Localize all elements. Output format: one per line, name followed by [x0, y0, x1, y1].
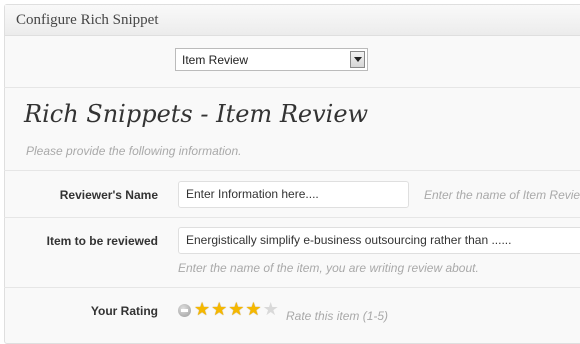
snippet-type-select[interactable]: Item Review [175, 48, 368, 71]
star-icon[interactable]: ★ [211, 301, 227, 319]
divider [4, 87, 580, 88]
star-rating[interactable]: ★ ★ ★ ★ ★ [178, 301, 280, 319]
rating-cancel-icon[interactable] [178, 303, 191, 317]
section-heading: Rich Snippets - Item Review [24, 100, 369, 128]
divider [4, 287, 580, 288]
star-icon[interactable]: ★ [263, 301, 279, 319]
panel-title: Configure Rich Snippet [16, 12, 159, 28]
stars-group: ★ ★ ★ ★ ★ [194, 301, 280, 319]
item-reviewed-label: Item to be reviewed [46, 234, 158, 248]
star-icon[interactable]: ★ [245, 301, 261, 319]
divider [4, 217, 580, 218]
chevron-down-icon[interactable] [350, 51, 365, 68]
reviewer-name-label: Reviewer's Name [59, 188, 158, 202]
section-subtext: Please provide the following information… [26, 144, 242, 158]
reviewer-name-hint: Enter the name of Item Revie [424, 188, 580, 202]
item-reviewed-hint: Enter the name of the item, you are writ… [178, 261, 479, 275]
reviewer-name-input[interactable]: Enter Information here.... [178, 181, 409, 208]
snippet-type-value: Item Review [182, 53, 249, 67]
divider [4, 170, 580, 171]
star-icon[interactable]: ★ [194, 301, 210, 319]
item-reviewed-input[interactable]: Energistically simplify e-business outso… [178, 227, 580, 254]
star-icon[interactable]: ★ [228, 301, 244, 319]
your-rating-label: Your Rating [90, 304, 158, 318]
rating-hint: Rate this item (1-5) [286, 309, 389, 323]
panel-header: Configure Rich Snippet [5, 5, 580, 36]
